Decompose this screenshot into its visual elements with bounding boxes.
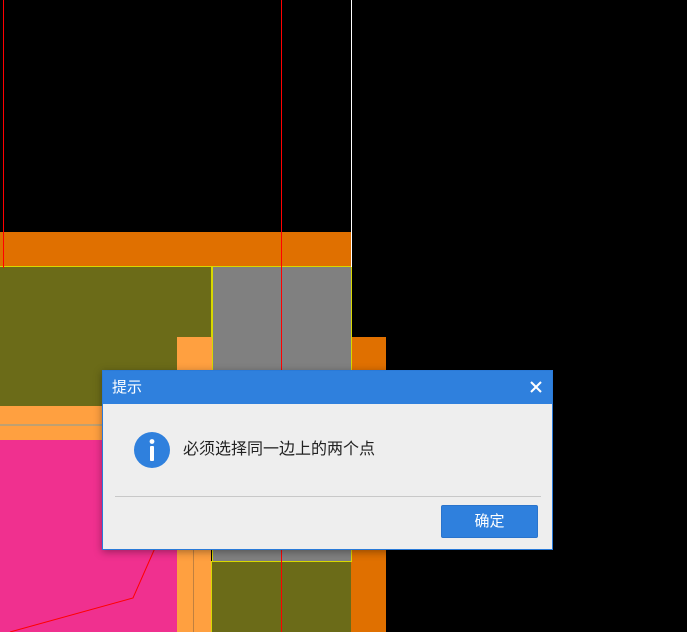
olive-block-lower <box>211 561 351 632</box>
message-dialog: 提示 必须选择同一边上的两个点 确定 <box>102 370 553 550</box>
close-icon[interactable] <box>526 377 546 397</box>
dialog-title: 提示 <box>112 378 143 396</box>
dialog-message: 必须选择同一边上的两个点 <box>183 439 376 458</box>
light-orange-strip-left-3 <box>0 426 104 440</box>
ok-button[interactable]: 确定 <box>441 505 538 538</box>
info-icon <box>133 431 171 469</box>
light-orange-vertical-lower-2 <box>193 548 211 632</box>
dialog-separator <box>115 496 541 497</box>
light-orange-strip-left-1 <box>0 406 104 424</box>
light-orange-vertical-lower-1 <box>177 548 193 632</box>
dialog-titlebar[interactable]: 提示 <box>103 371 552 404</box>
dark-orange-band-top <box>0 232 352 268</box>
